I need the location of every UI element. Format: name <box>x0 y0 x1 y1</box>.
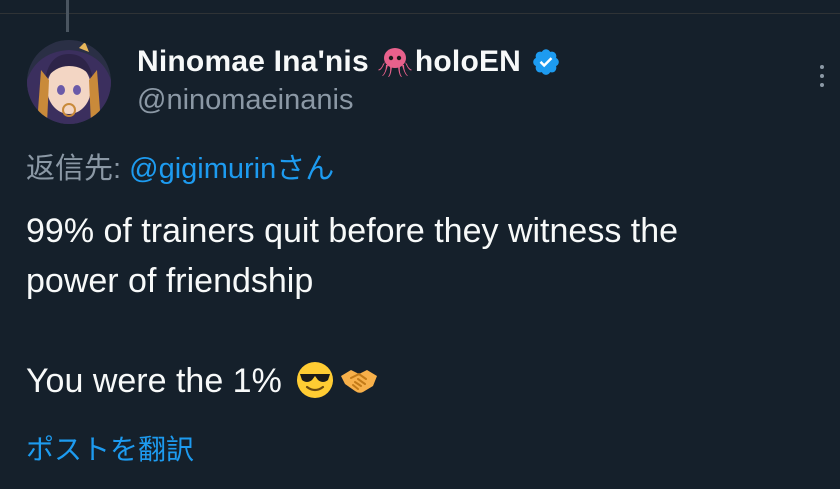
author-name-row[interactable]: Ninomae Ina'nis holoEN <box>137 42 561 82</box>
avatar-image <box>27 40 111 124</box>
more-dot-icon <box>820 65 824 69</box>
tweet-text-line-last: You were the 1% <box>26 356 836 406</box>
tweet-text-line: 99% of trainers quit before they witness… <box>26 212 679 250</box>
author-name-part1[interactable]: Ninomae Ina'nis <box>137 45 369 79</box>
tweet-text-line: power of friendship <box>26 262 314 300</box>
verified-badge-icon[interactable] <box>531 47 561 77</box>
handshake-icon <box>341 370 378 393</box>
author-handle[interactable]: @ninomaeinanis <box>137 84 353 117</box>
tweet-text: 99% of trainers quit before they witness… <box>26 206 836 406</box>
replying-to-prefix: 返信先: <box>26 153 130 185</box>
replying-to: 返信先: @gigimurinさん <box>26 145 334 187</box>
more-options-button[interactable] <box>808 56 836 96</box>
reply-mention-link[interactable]: @gigimurinさん <box>129 153 334 185</box>
reply-mention-suffix[interactable]: さん <box>276 153 334 185</box>
tweet-text-line: You were the 1% <box>26 362 282 400</box>
reply-mention-handle[interactable]: @gigimurin <box>129 153 276 185</box>
author-name-part2[interactable]: holoEN <box>415 45 521 79</box>
avatar[interactable] <box>27 40 111 124</box>
more-dot-icon <box>820 74 824 78</box>
more-dot-icon <box>820 83 824 87</box>
thread-divider <box>0 0 840 14</box>
translate-post-link[interactable]: ポストを翻訳 <box>26 428 194 468</box>
thread-connector-line <box>66 0 69 32</box>
sunglasses-face-icon <box>297 362 334 398</box>
octopus-icon <box>377 48 412 77</box>
